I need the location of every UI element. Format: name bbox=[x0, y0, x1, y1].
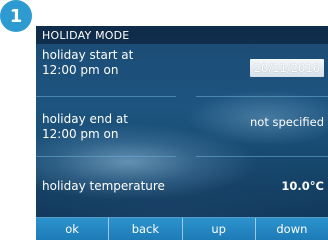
holiday-temperature-label: holiday temperature bbox=[42, 179, 165, 194]
title-bar: HOLIDAY MODE bbox=[36, 26, 328, 44]
holiday-end-value[interactable]: not specified bbox=[250, 115, 324, 129]
holiday-end-label-line2: 12:00 pm on bbox=[42, 127, 119, 141]
separator-right-1 bbox=[196, 96, 328, 97]
separator-left-2 bbox=[36, 156, 176, 157]
step-number-badge: 1 bbox=[0, 0, 32, 32]
up-button[interactable]: up bbox=[183, 218, 256, 240]
holiday-start-label: holiday start at 12:00 pm on bbox=[42, 48, 133, 78]
holiday-temperature-label-line1: holiday temperature bbox=[42, 179, 165, 193]
holiday-start-label-line2: 12:00 pm on bbox=[42, 63, 119, 77]
down-button[interactable]: down bbox=[256, 218, 328, 240]
holiday-end-label-line1: holiday end at bbox=[42, 112, 128, 126]
holiday-start-label-line1: holiday start at bbox=[42, 48, 134, 62]
back-button[interactable]: back bbox=[109, 218, 183, 240]
separator-right-2 bbox=[196, 156, 328, 157]
thermostat-screen: HOLIDAY MODE holiday start at 12:00 pm o… bbox=[36, 26, 328, 240]
holiday-start-date-field[interactable]: 20/11/2016 bbox=[249, 59, 324, 77]
screen-title: HOLIDAY MODE bbox=[42, 29, 130, 42]
separator-left-1 bbox=[36, 96, 176, 97]
holiday-end-label: holiday end at 12:00 pm on bbox=[42, 112, 128, 142]
holiday-temperature-value[interactable]: 10.0°C bbox=[281, 179, 324, 193]
page: 1 HOLIDAY MODE holiday start at 12:00 pm… bbox=[0, 0, 328, 240]
ok-button[interactable]: ok bbox=[36, 218, 110, 240]
soft-button-bar: ok back up down bbox=[36, 217, 328, 240]
